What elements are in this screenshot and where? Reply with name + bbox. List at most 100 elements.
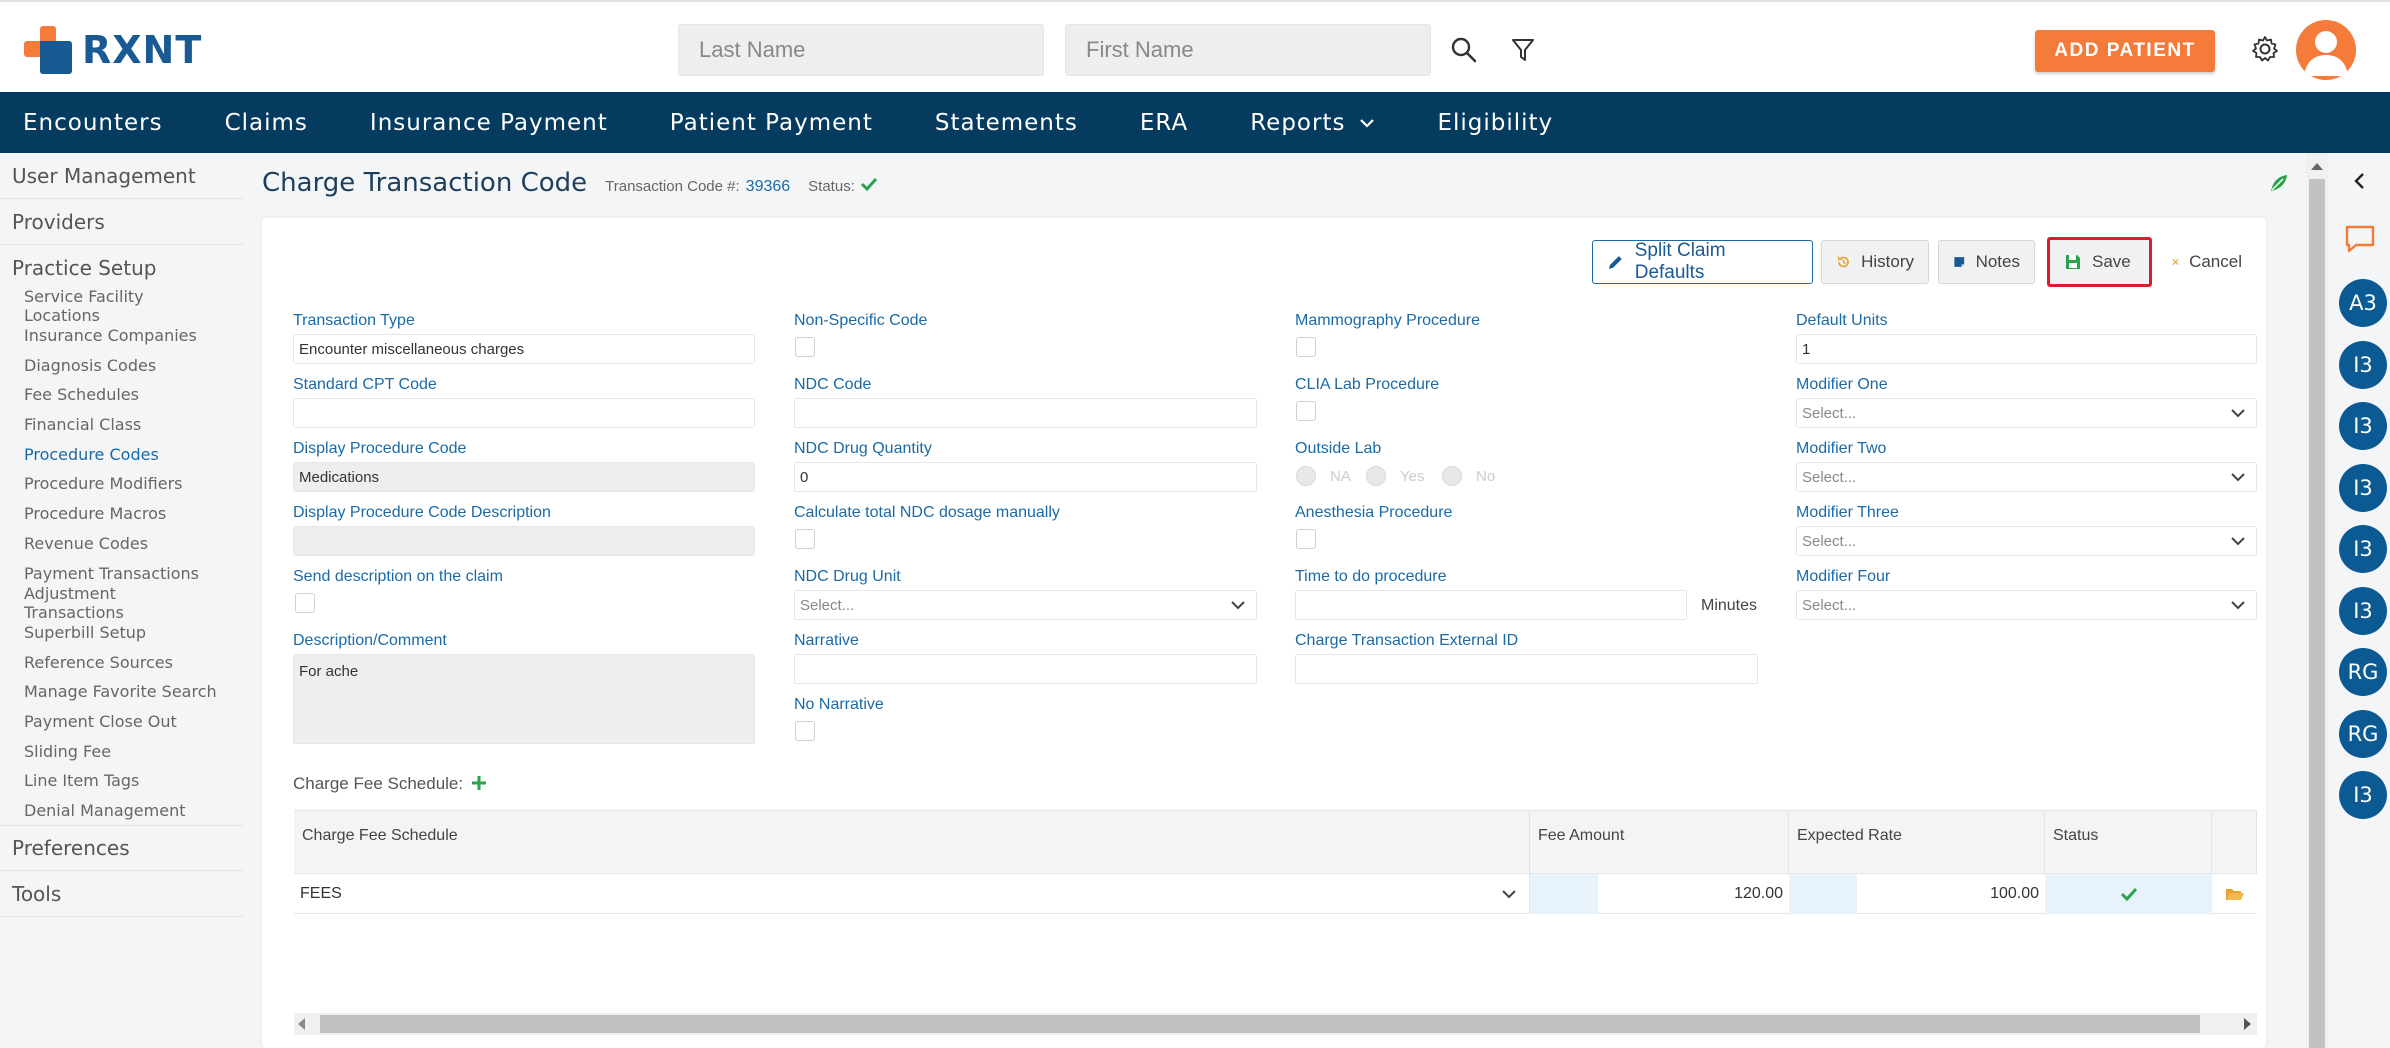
scroll-left-arrow-icon[interactable] (298, 1018, 305, 1030)
sidebar-subitem-manage-favorite-search[interactable]: Manage Favorite Search (0, 677, 243, 707)
anesthesia-checkbox[interactable] (1296, 529, 1316, 549)
search-icon[interactable] (1446, 32, 1482, 68)
no-narrative-checkbox[interactable] (795, 721, 815, 741)
sidebar-subitem-procedure-macros[interactable]: Procedure Macros (0, 499, 243, 529)
nav-eligibility[interactable]: Eligibility (1398, 92, 1576, 153)
modifier-three-select[interactable]: Select... (1796, 526, 2257, 556)
modifier-one-label: Modifier One (1796, 376, 1888, 393)
user-badge-a3[interactable]: A3 (2339, 279, 2387, 327)
modifier-three-label: Modifier Three (1796, 504, 1899, 521)
nav-reports[interactable]: Reports (1211, 92, 1398, 153)
first-name-input[interactable] (1065, 24, 1431, 76)
scroll-thumb[interactable] (320, 1015, 2200, 1033)
sidebar-subitem-service-facility-locations[interactable]: Service Facility Locations (0, 287, 243, 325)
time-to-do-field[interactable] (1295, 590, 1687, 620)
sidebar-subitem-diagnosis-codes[interactable]: Diagnosis Codes (0, 350, 243, 380)
nav-encounters[interactable]: Encounters (0, 92, 186, 153)
sidebar-subitem-procedure-modifiers[interactable]: Procedure Modifiers (0, 469, 243, 499)
sidebar-item-tools[interactable]: Tools (0, 871, 243, 918)
non-specific-code-checkbox[interactable] (795, 337, 815, 357)
sidebar-subitem-financial-class[interactable]: Financial Class (0, 410, 243, 440)
sidebar-subitem-denial-management[interactable]: Denial Management (0, 796, 243, 826)
clia-checkbox[interactable] (1296, 401, 1316, 421)
cancel-button[interactable]: Cancel (2157, 240, 2257, 284)
outside-lab-radio-no[interactable] (1442, 466, 1462, 486)
sidebar-subitem-line-item-tags[interactable]: Line Item Tags (0, 766, 243, 796)
sidebar-subitem-superbill-setup[interactable]: Superbill Setup (0, 618, 243, 648)
sidebar-subitem-fee-schedules[interactable]: Fee Schedules (0, 380, 243, 410)
row-folder-action[interactable] (2212, 874, 2257, 914)
description-textarea[interactable]: For ache (293, 654, 755, 744)
modifier-one-select[interactable]: Select... (1796, 398, 2257, 428)
collapse-chevron-left-icon[interactable] (2350, 171, 2370, 191)
user-badge-i3[interactable]: I3 (2339, 525, 2387, 573)
rxnt-logo[interactable]: RXNT (24, 26, 202, 74)
logo-text: RXNT (82, 28, 203, 72)
scroll-up-arrow-icon[interactable] (2311, 163, 2323, 170)
display-proc-desc-field[interactable] (293, 526, 755, 556)
split-claim-defaults-button[interactable]: Split Claim Defaults (1592, 240, 1813, 284)
user-badge-i3[interactable]: I3 (2339, 586, 2387, 635)
ndc-code-field[interactable] (794, 398, 1257, 428)
standard-cpt-field[interactable] (293, 398, 755, 428)
user-badge-i3[interactable]: I3 (2339, 402, 2387, 450)
column-header-fee-amount[interactable]: Fee Amount (1530, 811, 1789, 875)
user-badge-i3[interactable]: I3 (2339, 463, 2387, 512)
outside-lab-radio-na[interactable] (1296, 466, 1316, 486)
user-badge-rg[interactable]: RG (2339, 709, 2387, 758)
sidebar-item-preferences[interactable]: Preferences (0, 825, 243, 872)
column-header-expected-rate[interactable]: Expected Rate (1789, 811, 2045, 875)
add-fee-schedule-plus-icon[interactable] (468, 772, 490, 794)
nav-era[interactable]: ERA (1101, 92, 1211, 153)
grid-horizontal-scrollbar[interactable] (294, 1013, 2257, 1035)
user-badge-rg[interactable]: RG (2339, 648, 2387, 696)
send-description-checkbox[interactable] (295, 593, 315, 613)
default-units-field[interactable]: 1 (1796, 334, 2257, 364)
user-avatar[interactable] (2296, 20, 2356, 80)
sidebar-subitem-payment-close-out[interactable]: Payment Close Out (0, 707, 243, 737)
external-id-field[interactable] (1295, 654, 1758, 684)
page-vertical-scrollbar[interactable] (2306, 153, 2328, 1048)
save-button[interactable]: Save (2047, 237, 2152, 287)
ndc-drug-unit-select[interactable]: Select... (794, 590, 1257, 620)
modifier-four-select[interactable]: Select... (1796, 590, 2257, 620)
gear-icon[interactable] (2248, 32, 2282, 66)
transaction-type-field[interactable]: Encounter miscellaneous charges (293, 334, 755, 364)
sidebar-subitem-insurance-companies[interactable]: Insurance Companies (0, 321, 243, 351)
chat-icon[interactable] (2343, 223, 2377, 255)
nav-patient-payment[interactable]: Patient Payment (631, 92, 896, 153)
expected-rate-field[interactable]: 100.00 (1857, 874, 2045, 914)
last-name-input[interactable] (678, 24, 1044, 76)
notes-button[interactable]: Notes (1938, 240, 2035, 284)
sidebar-subitem-revenue-codes[interactable]: Revenue Codes (0, 529, 243, 559)
user-badge-i3[interactable]: I3 (2339, 340, 2387, 389)
column-header-status[interactable]: Status (2045, 811, 2212, 875)
modifier-two-select[interactable]: Select... (1796, 462, 2257, 492)
calc-ndc-checkbox[interactable] (795, 529, 815, 549)
user-badge-i3[interactable]: I3 (2339, 771, 2387, 819)
chevron-down-icon (1360, 118, 1375, 128)
mammography-checkbox[interactable] (1296, 337, 1316, 357)
sidebar-item-providers[interactable]: Providers (0, 199, 243, 245)
fee-schedule-select[interactable]: FEES (294, 874, 1530, 914)
sidebar-item-practice-setup[interactable]: Practice Setup (0, 245, 243, 291)
sidebar-subitem-sliding-fee[interactable]: Sliding Fee (0, 736, 243, 766)
fee-amount-field[interactable]: 120.00 (1598, 874, 1789, 914)
sidebar-item-user-management[interactable]: User Management (0, 153, 243, 199)
add-patient-button[interactable]: ADD PATIENT (2035, 30, 2215, 72)
filter-icon[interactable] (1505, 32, 1541, 68)
outside-lab-radio-yes[interactable] (1366, 466, 1386, 486)
scroll-right-arrow-icon[interactable] (2244, 1018, 2251, 1030)
nav-claims[interactable]: Claims (186, 92, 331, 153)
display-proc-code-field[interactable]: Medications (293, 462, 755, 492)
column-header-schedule[interactable]: Charge Fee Schedule (294, 811, 1530, 875)
narrative-field[interactable] (794, 654, 1257, 684)
vertical-scroll-thumb[interactable] (2309, 179, 2325, 1048)
nav-insurance-payment[interactable]: Insurance Payment (331, 92, 631, 153)
ndc-drug-quantity-field[interactable]: 0 (794, 462, 1257, 492)
history-button[interactable]: History (1821, 240, 1929, 284)
nav-statements[interactable]: Statements (896, 92, 1101, 153)
sidebar-subitem-procedure-codes[interactable]: Procedure Codes (0, 439, 243, 469)
sidebar-subitem-reference-sources[interactable]: Reference Sources (0, 647, 243, 677)
sidebar-subitem-adjustment-transactions[interactable]: Adjustment Transactions (0, 584, 243, 622)
